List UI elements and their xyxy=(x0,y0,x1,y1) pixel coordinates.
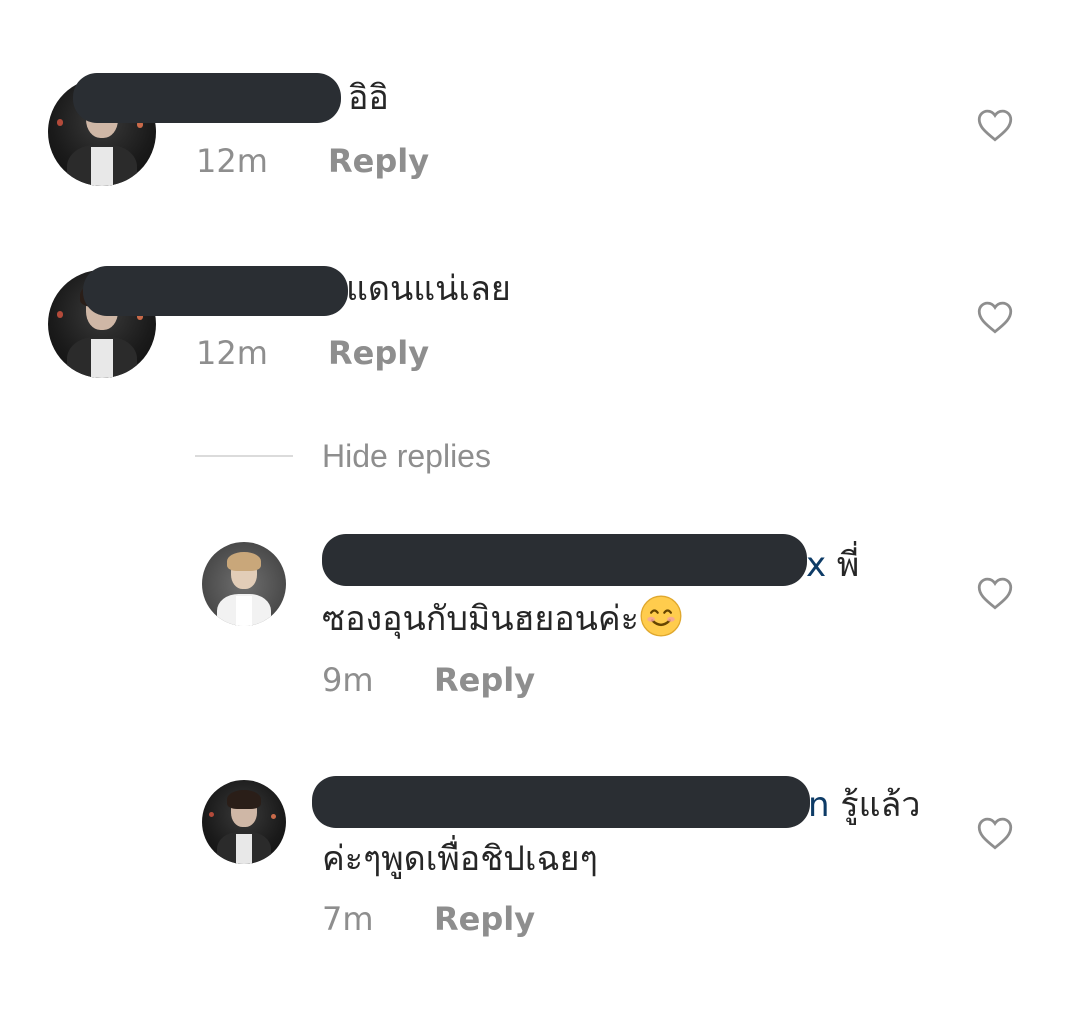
reply-text-line1: n รู้แล้ว xyxy=(808,778,920,832)
comment-timestamp: 12m xyxy=(196,334,268,372)
avatar[interactable] xyxy=(202,780,286,864)
reply-text: ซองอุนกับมินฮยอนค่ะ xyxy=(322,599,639,639)
reply-comment: x พี่ ซองอุนกับมินฮยอนค่ะ 9m Reply xyxy=(0,520,1080,720)
reply-text: รู้แล้ว xyxy=(829,785,921,825)
reply-button[interactable]: Reply xyxy=(434,900,535,938)
comment-text: อิอิ xyxy=(348,78,389,118)
heart-outline-icon[interactable] xyxy=(976,300,1014,334)
reply-text: พี่ xyxy=(826,545,860,585)
avatar[interactable] xyxy=(202,542,286,626)
reply-timestamp: 9m xyxy=(322,661,374,699)
redacted-username xyxy=(312,776,810,828)
heart-outline-icon[interactable] xyxy=(976,108,1014,142)
mention-text[interactable]: x xyxy=(806,545,826,585)
heart-outline-icon[interactable] xyxy=(976,816,1014,850)
reply-button[interactable]: Reply xyxy=(328,142,429,180)
heart-outline-icon[interactable] xyxy=(976,576,1014,610)
reply-timestamp: 7m xyxy=(322,900,374,938)
hide-replies-button[interactable]: Hide replies xyxy=(322,438,491,475)
redacted-username xyxy=(83,266,348,316)
reply-text-line1: x พี่ xyxy=(806,538,859,592)
mention-text[interactable]: n xyxy=(808,785,830,825)
redacted-username xyxy=(73,73,341,123)
reply-text-line2: ค่ะๆพูดเพื่อชิปเฉยๆ xyxy=(322,839,598,879)
comment: อิอิ 12m Reply xyxy=(0,0,1080,200)
reply-comment: n รู้แล้ว ค่ะๆพูดเพื่อชิปเฉยๆ 7m Reply xyxy=(0,760,1080,960)
comment-text: แดนแน่เลย xyxy=(346,269,511,309)
comment: แดนแน่เลย 12m Reply xyxy=(0,200,1080,400)
comment-timestamp: 12m xyxy=(196,142,268,180)
hide-replies-divider xyxy=(195,455,293,457)
reply-text-line2: ซองอุนกับมินฮยอนค่ะ xyxy=(322,592,683,646)
redacted-username xyxy=(322,534,807,586)
reply-button[interactable]: Reply xyxy=(328,334,429,372)
smiling-face-emoji xyxy=(640,595,682,637)
reply-button[interactable]: Reply xyxy=(434,661,535,699)
